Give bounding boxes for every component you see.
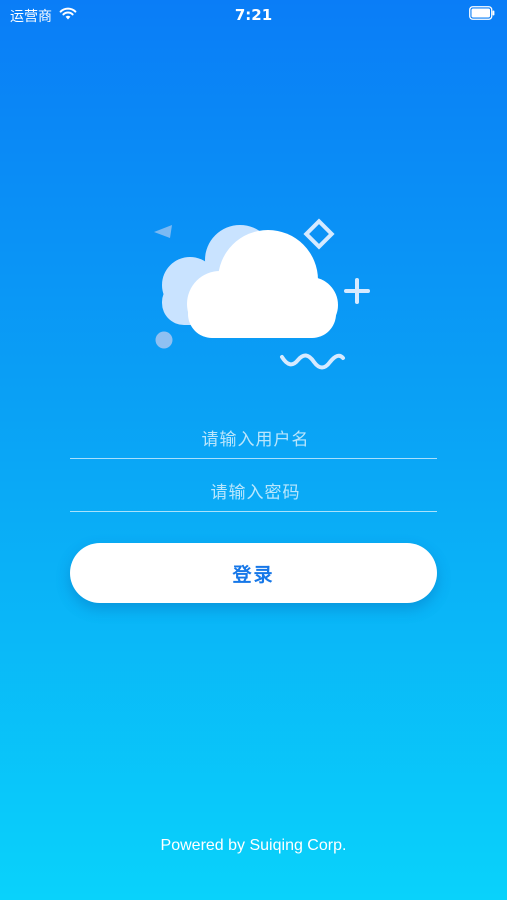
- triangle-decoration: [154, 225, 172, 238]
- username-field: [70, 419, 441, 460]
- password-field: [70, 472, 441, 513]
- plus-decoration: [344, 278, 370, 304]
- footer-text: Powered by Suiqing Corp.: [160, 837, 347, 854]
- status-time: 7:21: [234, 6, 273, 24]
- wave-decoration: [280, 353, 345, 370]
- dot-decoration: [155, 331, 173, 349]
- diamond-decoration: [303, 218, 335, 250]
- battery-icon: [469, 6, 495, 20]
- username-input[interactable]: [70, 419, 441, 460]
- status-bar: 运营商 7:21: [0, 0, 507, 30]
- cloud-illustration: [154, 218, 370, 370]
- login-button[interactable]: 登录: [70, 543, 437, 603]
- password-input[interactable]: [70, 472, 441, 513]
